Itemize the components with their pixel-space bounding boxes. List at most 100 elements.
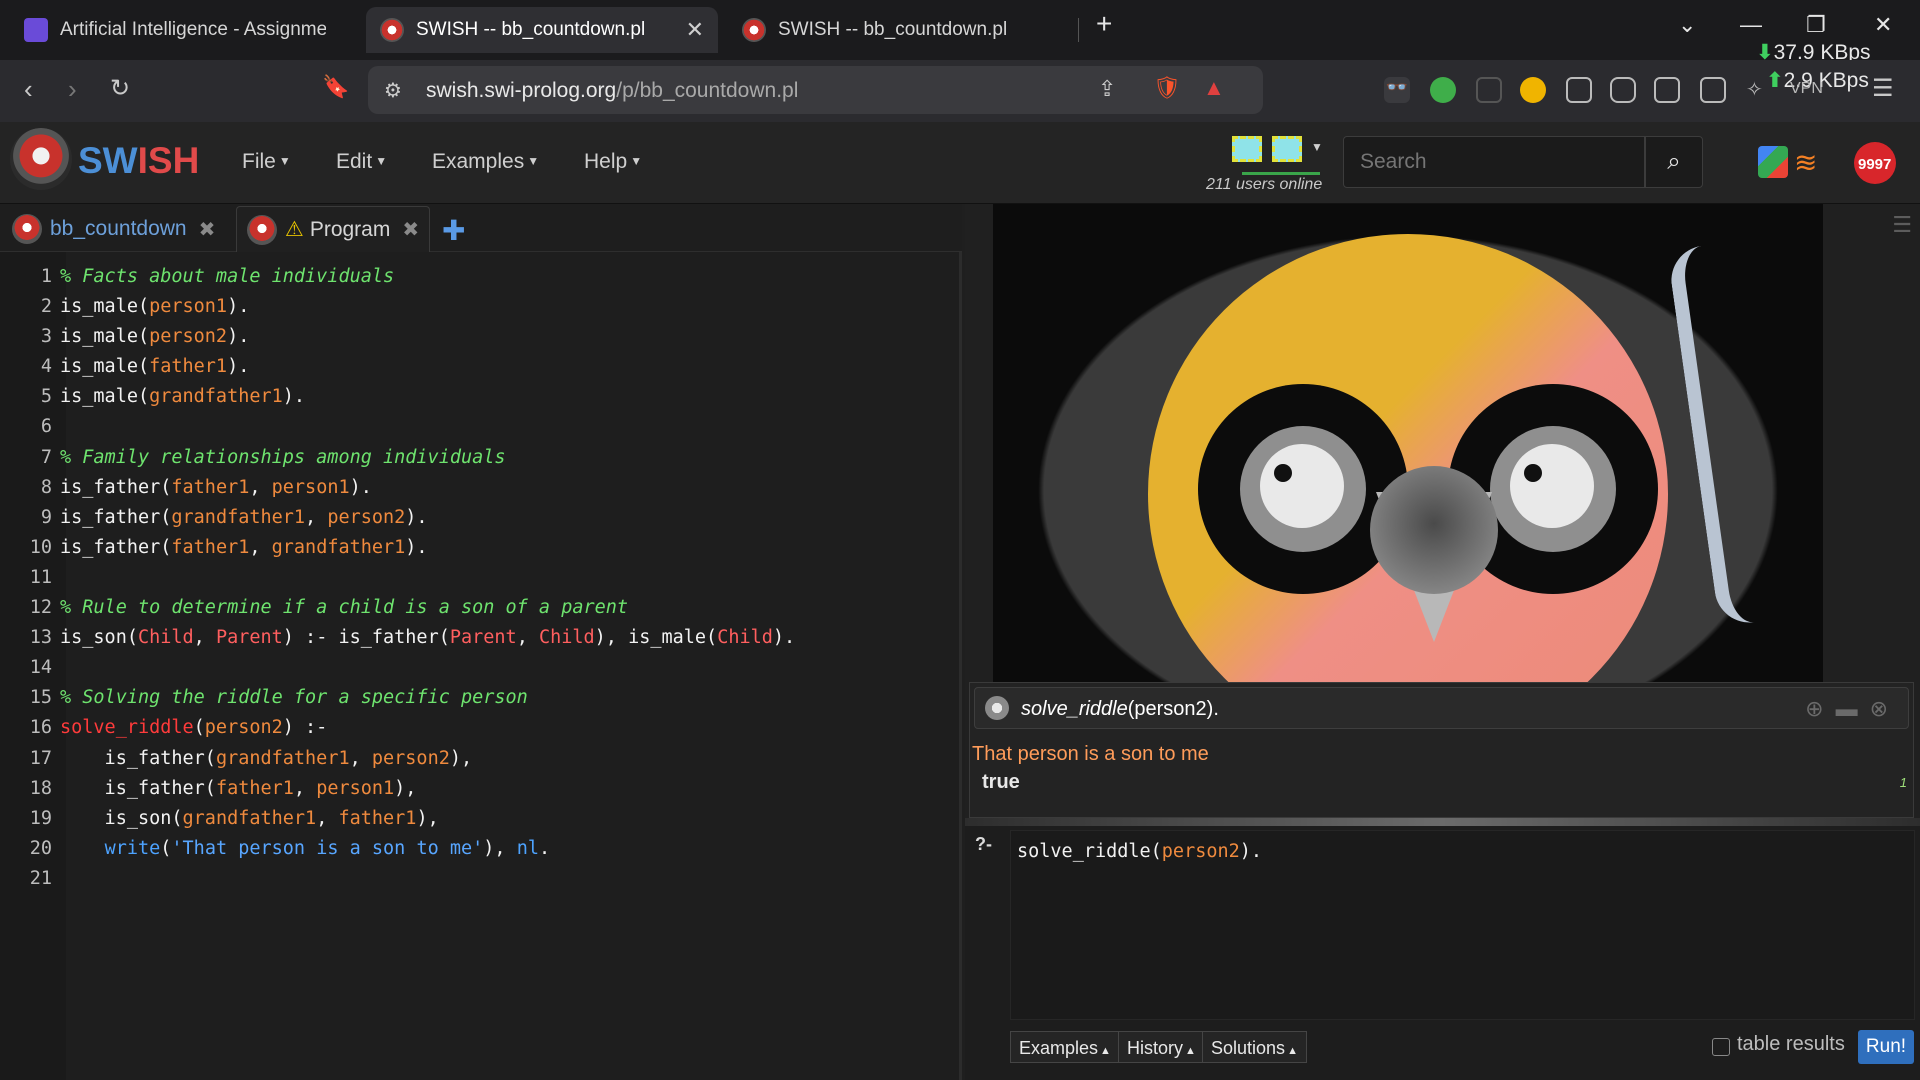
code-token: grandfather1 xyxy=(171,506,306,528)
brave-shield-icon[interactable]: 🛡 xyxy=(1153,75,1181,101)
code-line[interactable]: 13 is_son(Child, Parent) :- is_father(Par… xyxy=(0,623,960,653)
code-line[interactable]: 11 xyxy=(0,563,960,593)
caret-down-icon: ▼ xyxy=(278,154,291,168)
swish-brand[interactable]: SWISH xyxy=(78,140,199,182)
new-tab-button[interactable]: + xyxy=(1096,8,1112,40)
history-button[interactable]: History ▲ xyxy=(1118,1031,1205,1063)
code-line[interactable]: 3 is_male(person2). xyxy=(0,322,960,352)
menu-edit[interactable]: Edit ▼ xyxy=(336,150,387,174)
forward-button[interactable]: › xyxy=(68,74,77,105)
search-input[interactable] xyxy=(1343,136,1645,188)
code-token: ), xyxy=(416,807,439,829)
line-number: 12 xyxy=(29,597,52,619)
restore-button[interactable]: ❐ xyxy=(1806,12,1826,38)
code-line[interactable]: 10 is_father(father1, grandfather1). xyxy=(0,533,960,563)
reader-icon[interactable] xyxy=(1566,77,1592,103)
code-line[interactable]: 15 % Solving the riddle for a specific pe… xyxy=(0,683,960,713)
extension-info-icon[interactable] xyxy=(1520,77,1546,103)
solutions-button[interactable]: Solutions ▲ xyxy=(1202,1031,1307,1063)
share-icon[interactable]: ⇪ xyxy=(1098,76,1116,102)
code-line[interactable]: 17 is_father(grandfather1, person2), xyxy=(0,744,960,774)
code-editor[interactable]: 1 % Facts about male individuals 2 is_male(… xyxy=(0,262,960,894)
browser-tab-swish-2[interactable]: SWISH -- bb_countdown.pl xyxy=(728,7,1068,53)
code-line[interactable]: 21 xyxy=(0,864,960,894)
code-text: is_father(grandfather1, person2). xyxy=(60,503,428,533)
code-line[interactable]: 18 is_father(father1, person1), xyxy=(0,774,960,804)
close-tab-icon[interactable]: ✖ xyxy=(402,217,419,242)
code-line[interactable]: 2 is_male(person1). xyxy=(0,292,960,322)
code-line[interactable]: 5 is_male(grandfather1). xyxy=(0,382,960,412)
table-results-label: table results xyxy=(1737,1033,1845,1055)
vpn-button[interactable]: VPN xyxy=(1790,80,1823,98)
download-icon[interactable]: ⊕ xyxy=(1805,696,1835,721)
line-number: 14 xyxy=(29,657,52,679)
code-token: Child xyxy=(137,627,194,649)
code-line[interactable]: 1 % Facts about male individuals xyxy=(0,262,960,292)
user-avatar-icon[interactable] xyxy=(1272,136,1302,162)
sidebar-icon[interactable] xyxy=(1654,77,1680,103)
extension-glasses-icon[interactable]: 👓 xyxy=(1384,77,1410,103)
new-tab-plus-icon[interactable]: ✚ xyxy=(442,214,465,247)
stackoverflow-icon[interactable]: ≋ xyxy=(1794,146,1828,180)
examples-button[interactable]: Examples ▲ xyxy=(1010,1031,1120,1063)
line-number: 9 xyxy=(40,506,52,528)
extension-bracket-icon[interactable] xyxy=(1476,77,1502,103)
brave-rewards-icon[interactable]: ▲ xyxy=(1203,75,1225,101)
query-cog-icon xyxy=(985,696,1009,720)
menu-examples[interactable]: Examples ▼ xyxy=(432,150,539,174)
minimize-button[interactable]: — xyxy=(1740,12,1762,38)
menu-help[interactable]: Help ▼ xyxy=(584,150,642,174)
minimize-icon[interactable]: ▬ xyxy=(1836,696,1870,721)
pane-divider[interactable] xyxy=(965,818,1920,826)
tab-program[interactable]: ⚠ Program ✖ xyxy=(236,206,431,252)
line-number: 16 xyxy=(29,717,52,739)
back-button[interactable]: ‹ xyxy=(24,74,33,105)
user-avatar-icon[interactable] xyxy=(1232,136,1262,162)
notification-count: 9997 xyxy=(1858,156,1892,173)
code-line[interactable]: 7 % Family relationships among individual… xyxy=(0,443,960,473)
code-token: , xyxy=(193,627,216,649)
browser-tabstrip: Artificial Intelligence - Assignment 1 S… xyxy=(0,0,1920,64)
tab-bb-countdown[interactable]: bb_countdown ✖ xyxy=(2,206,225,252)
close-tab-icon[interactable]: ✕ xyxy=(686,17,704,43)
code-line[interactable]: 14 xyxy=(0,653,960,683)
close-window-button[interactable]: ✕ xyxy=(1874,12,1892,38)
code-line[interactable]: 20 write('That person is a son to me'), … xyxy=(0,834,960,864)
swish-logo[interactable] xyxy=(10,128,72,190)
code-line[interactable]: 6 xyxy=(0,412,960,442)
query-predicate: solve_riddle xyxy=(1021,698,1128,720)
close-query-icon[interactable]: ⊗ xyxy=(1870,696,1900,721)
browser-menu-icon[interactable]: ☰ xyxy=(1872,74,1894,103)
code-token: is_male( xyxy=(60,326,150,348)
extension-plus-icon[interactable] xyxy=(1430,77,1456,103)
line-number: 3 xyxy=(40,326,52,348)
code-token: , xyxy=(249,536,272,558)
menu-file[interactable]: File ▼ xyxy=(242,150,291,174)
query-prompt: ?- xyxy=(975,834,992,854)
run-button[interactable]: Run! xyxy=(1858,1030,1914,1064)
code-line[interactable]: 12 % Rule to determine if a child is a so… xyxy=(0,593,960,623)
bookmark-icon[interactable]: 🔖 xyxy=(322,74,349,100)
browser-tab-assignment[interactable]: Artificial Intelligence - Assignment 1 xyxy=(10,7,340,53)
code-line[interactable]: 9 is_father(grandfather1, person2). xyxy=(0,503,960,533)
browser-tab-swish-active[interactable]: SWISH -- bb_countdown.pl ✕ xyxy=(366,7,718,53)
code-token: is_male( xyxy=(60,296,150,318)
reload-button[interactable]: ↻ xyxy=(110,74,130,103)
code-line[interactable]: 16 solve_riddle(person2) :- xyxy=(0,713,960,743)
users-dropdown-caret-icon[interactable]: ▼ xyxy=(1308,136,1323,160)
code-line[interactable]: 8 is_father(father1, person1). xyxy=(0,473,960,503)
line-number: 10 xyxy=(29,536,52,558)
site-settings-icon[interactable]: ⚙ xyxy=(384,78,402,103)
panel-menu-icon[interactable]: ☰ xyxy=(1892,212,1912,238)
table-results-checkbox[interactable] xyxy=(1712,1038,1730,1056)
close-tab-icon[interactable]: ✖ xyxy=(199,217,216,242)
google-login-icon[interactable] xyxy=(1758,146,1788,178)
address-bar[interactable]: ⚙ swish.swi-prolog.org/p/bb_countdown.pl… xyxy=(368,66,1263,114)
code-line[interactable]: 19 is_son(grandfather1, father1), xyxy=(0,804,960,834)
tab-list-chevron-icon[interactable]: ⌄ xyxy=(1678,12,1696,38)
search-button[interactable]: ⌕ xyxy=(1645,136,1703,188)
query-input[interactable]: solve_riddle(person2). xyxy=(1010,830,1915,1020)
wallet-icon[interactable] xyxy=(1700,77,1726,103)
extensions-puzzle-icon[interactable] xyxy=(1610,77,1636,103)
code-line[interactable]: 4 is_male(father1). xyxy=(0,352,960,382)
